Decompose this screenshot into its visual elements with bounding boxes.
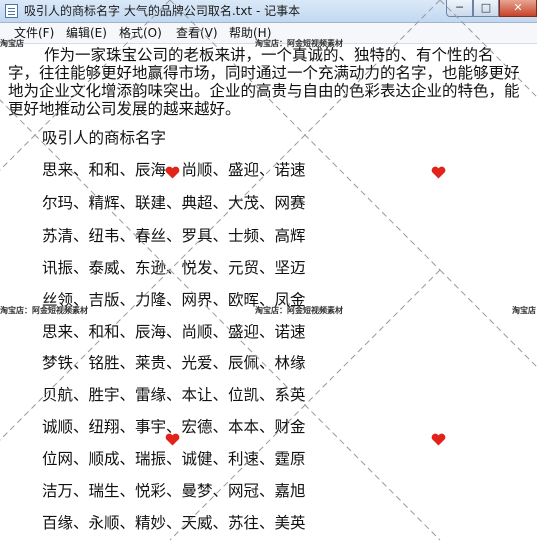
minimize-button[interactable]: ─ bbox=[446, 0, 473, 17]
section-heading: 吸引人的商标名字 bbox=[42, 129, 167, 147]
notepad-icon bbox=[5, 4, 18, 18]
menu-view[interactable]: 查看(V) bbox=[176, 26, 218, 41]
watermark-label: 淘宝店：阿金短视频素材 bbox=[255, 306, 343, 315]
watermark-label: 淘宝店 bbox=[512, 306, 536, 315]
maximize-button[interactable]: □ bbox=[473, 0, 499, 17]
heart-icon bbox=[431, 166, 446, 179]
name-line: 讯振、泰威、东逊、悦发、元贸、坚迈 bbox=[42, 259, 306, 277]
name-line: 尔玛、精辉、联建、典超、大茂、网赛 bbox=[42, 194, 306, 212]
name-line: 思来、和和、辰海、尚顺、盛迎、诺速 bbox=[42, 323, 306, 341]
title-bar[interactable]: 吸引人的商标名字 大气的品牌公司取名.txt - 记事本 ─ □ ✕ bbox=[0, 0, 537, 23]
watermark-label: 淘宝店 bbox=[0, 39, 24, 48]
name-line: 贝航、胜宇、雷缘、本让、位凯、系英 bbox=[42, 386, 306, 404]
name-line: 位网、顺成、瑞振、诚健、利速、霆原 bbox=[42, 450, 306, 468]
text-editor-area[interactable]: 作为一家珠宝公司的老板来讲，一个真诚的、独特的、有个性的名字，往往能够更好地赢得… bbox=[0, 44, 537, 543]
name-line: 百缘、永顺、精妙、天威、苏往、美英 bbox=[42, 514, 306, 532]
intro-paragraph: 作为一家珠宝公司的老板来讲，一个真诚的、独特的、有个性的名字，往往能够更好地赢得… bbox=[8, 46, 520, 118]
menu-edit[interactable]: 编辑(E) bbox=[66, 26, 107, 41]
notepad-window: 吸引人的商标名字 大气的品牌公司取名.txt - 记事本 ─ □ ✕ 文件(F)… bbox=[0, 0, 537, 543]
heart-icon bbox=[431, 433, 446, 446]
watermark-label: 淘宝店：阿金短视频素材 bbox=[255, 39, 343, 48]
window-title: 吸引人的商标名字 大气的品牌公司取名.txt - 记事本 bbox=[24, 4, 301, 18]
heart-icon bbox=[165, 166, 180, 179]
close-button[interactable]: ✕ bbox=[499, 0, 537, 17]
name-line: 梦铁、铭胜、莱贵、光爱、辰佩、林缘 bbox=[42, 354, 306, 372]
name-line: 苏清、纽韦、春丝、罗具、士频、高辉 bbox=[42, 227, 306, 245]
heart-icon bbox=[165, 433, 180, 446]
menu-format[interactable]: 格式(O) bbox=[119, 26, 162, 41]
watermark-label: 淘宝店：阿金短视频素材 bbox=[0, 306, 88, 315]
name-line: 洁万、瑞生、悦彩、曼梦、网冠、嘉旭 bbox=[42, 482, 306, 500]
